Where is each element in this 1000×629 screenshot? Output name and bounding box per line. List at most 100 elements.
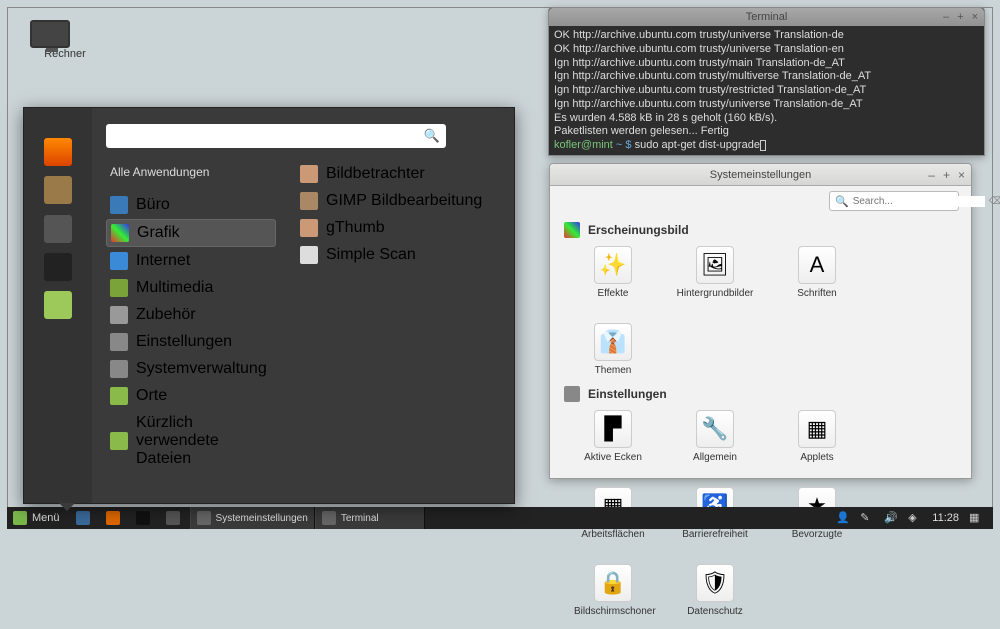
settings-item-label: Bildschirmschoner [574, 606, 652, 617]
settings-item-bildschirmschoner[interactable]: 🔒 Bildschirmschoner [574, 564, 652, 617]
settings-item-label: Schriften [778, 288, 856, 299]
user-icon[interactable]: 👤 [836, 511, 850, 525]
category-icon [110, 306, 128, 324]
category-label: Kürzlich verwendete Dateien [136, 414, 272, 468]
appearance-icon [564, 222, 580, 238]
settings-item-hintergrundbilder[interactable]: 🖼Hintergrundbilder [676, 246, 754, 299]
category-icon [110, 432, 128, 450]
app-gthumb[interactable]: gThumb [296, 216, 498, 240]
taskbar[interactable]: Menü Systemeinstellungen Terminal 👤 ✎ 🔊 ◈… [7, 507, 993, 529]
category-zubehör[interactable]: Zubehör [106, 302, 276, 328]
task-label: Systemeinstellungen [216, 513, 308, 524]
app-label: gThumb [326, 219, 385, 237]
monitor-icon [30, 20, 70, 48]
task-terminal[interactable]: Terminal [315, 507, 425, 529]
settings-search[interactable]: 🔍 ⌫ [829, 191, 959, 211]
settings-item-schriften[interactable]: A Schriften [778, 246, 856, 299]
settings-item-label: Effekte [574, 288, 652, 299]
settings-item-label: Datenschutz [676, 606, 754, 617]
search-icon: 🔍 [424, 128, 440, 144]
desktop-icon-computer[interactable]: Rechner [30, 20, 100, 60]
close-button[interactable]: × [958, 168, 965, 182]
quicklaunch-firefox[interactable] [40, 138, 76, 166]
group-label: Erscheinungsbild [588, 223, 689, 237]
launcher-terminal[interactable] [130, 507, 156, 529]
terminal-window[interactable]: Terminal – + × OK http://archive.ubuntu.… [548, 7, 985, 156]
settings-search-input[interactable] [853, 196, 985, 207]
task-systemeinstellungen[interactable]: Systemeinstellungen [190, 507, 315, 529]
app-gimp-bildbearbeitung[interactable]: GIMP Bildbearbeitung [296, 189, 498, 213]
category-internet[interactable]: Internet [106, 248, 276, 274]
category-label: Grafik [137, 224, 180, 242]
settings-3-icon [44, 445, 72, 473]
settings-icon [564, 386, 580, 402]
settings-item-allgemein[interactable]: 🔧Allgemein [676, 410, 754, 463]
settings-item-datenschutz[interactable]: 🛡Datenschutz [676, 564, 754, 617]
menu-button[interactable]: Menü [7, 507, 66, 529]
task-icon [197, 511, 211, 525]
launcher-files[interactable] [160, 507, 186, 529]
maximize-button[interactable]: + [943, 168, 950, 182]
menu-all-apps[interactable]: Alle Anwendungen [106, 162, 276, 182]
network-icon[interactable]: ◈ [908, 511, 922, 525]
start-menu[interactable]: 🔍 Alle Anwendungen Büro Grafik InternetMul… [23, 107, 515, 504]
updates-icon[interactable]: ✎ [860, 511, 874, 525]
app-simple-scan[interactable]: Simple Scan [296, 243, 498, 267]
quicklaunch-terminal[interactable] [40, 253, 76, 281]
category-label: Zubehör [136, 306, 196, 324]
menu-search[interactable]: 🔍 [106, 124, 446, 148]
settings-item-icon: ▦ [798, 410, 836, 448]
settings-group-settings: Einstellungen [564, 386, 957, 402]
settings-item-aktive ecken[interactable]: ▛Aktive Ecken [574, 410, 652, 463]
settings-1-icon [44, 368, 72, 396]
settings-toolbar: 🔍 ⌫ [550, 186, 971, 216]
quicklaunch-package-manager[interactable] [40, 176, 76, 204]
category-orte[interactable]: Orte [106, 383, 276, 409]
clock[interactable]: 11:28 [932, 512, 959, 524]
settings-item-label: Bevorzugte [778, 529, 856, 540]
category-label: Einstellungen [136, 333, 232, 351]
files-icon [166, 511, 180, 525]
terminal-body[interactable]: OK http://archive.ubuntu.com trusty/univ… [549, 26, 984, 156]
quicklaunch-separator[interactable] [40, 330, 76, 358]
menu-search-input[interactable] [112, 129, 424, 143]
minimize-button[interactable]: – [928, 168, 935, 182]
settings-item-icon: 🔒 [594, 564, 632, 602]
category-büro[interactable]: Büro [106, 192, 276, 218]
settings-item-label: Applets [778, 452, 856, 463]
category-multimedia[interactable]: Multimedia [106, 275, 276, 301]
desktop-icon [76, 511, 90, 525]
app-icon [300, 219, 318, 237]
settings-2-icon [44, 406, 72, 434]
category-einstellungen[interactable]: Einstellungen [106, 329, 276, 355]
settings-titlebar[interactable]: Systemeinstellungen – + × [550, 164, 971, 186]
settings-item-effekte[interactable]: ✨Effekte [574, 246, 652, 299]
calendar-icon[interactable]: ▦ [969, 511, 983, 525]
quicklaunch-settings-3[interactable] [40, 445, 76, 473]
launcher-firefox[interactable] [100, 507, 126, 529]
quicklaunch-settings-1[interactable] [40, 368, 76, 396]
category-kürzlich-verwendete-dateien[interactable]: Kürzlich verwendete Dateien [106, 410, 276, 472]
quicklaunch-settings-2[interactable] [40, 406, 76, 434]
files-icon [44, 291, 72, 319]
maximize-button[interactable]: + [957, 11, 963, 23]
settings-window[interactable]: Systemeinstellungen – + × 🔍 ⌫ Erscheinun… [549, 163, 972, 479]
terminal-titlebar[interactable]: Terminal – + × [549, 8, 984, 26]
quicklaunch-file-manager[interactable] [40, 215, 76, 243]
settings-item-themen[interactable]: 👔Themen [574, 323, 652, 376]
settings-item-applets[interactable]: ▦ Applets [778, 410, 856, 463]
app-bildbetrachter[interactable]: Bildbetrachter [296, 162, 498, 186]
minimize-button[interactable]: – [943, 11, 949, 23]
volume-icon[interactable]: 🔊 [884, 511, 898, 525]
category-icon [110, 387, 128, 405]
app-label: Bildbetrachter [326, 165, 425, 183]
quicklaunch-files[interactable] [40, 291, 76, 319]
close-button[interactable]: × [972, 11, 978, 23]
category-systemverwaltung[interactable]: Systemverwaltung [106, 356, 276, 382]
settings-item-label: Themen [574, 365, 652, 376]
category-label: Systemverwaltung [136, 360, 267, 378]
settings-item-icon: A [798, 246, 836, 284]
category-grafik[interactable]: Grafik [106, 219, 276, 247]
clear-icon[interactable]: ⌫ [989, 196, 1000, 207]
separator-icon [44, 330, 72, 358]
